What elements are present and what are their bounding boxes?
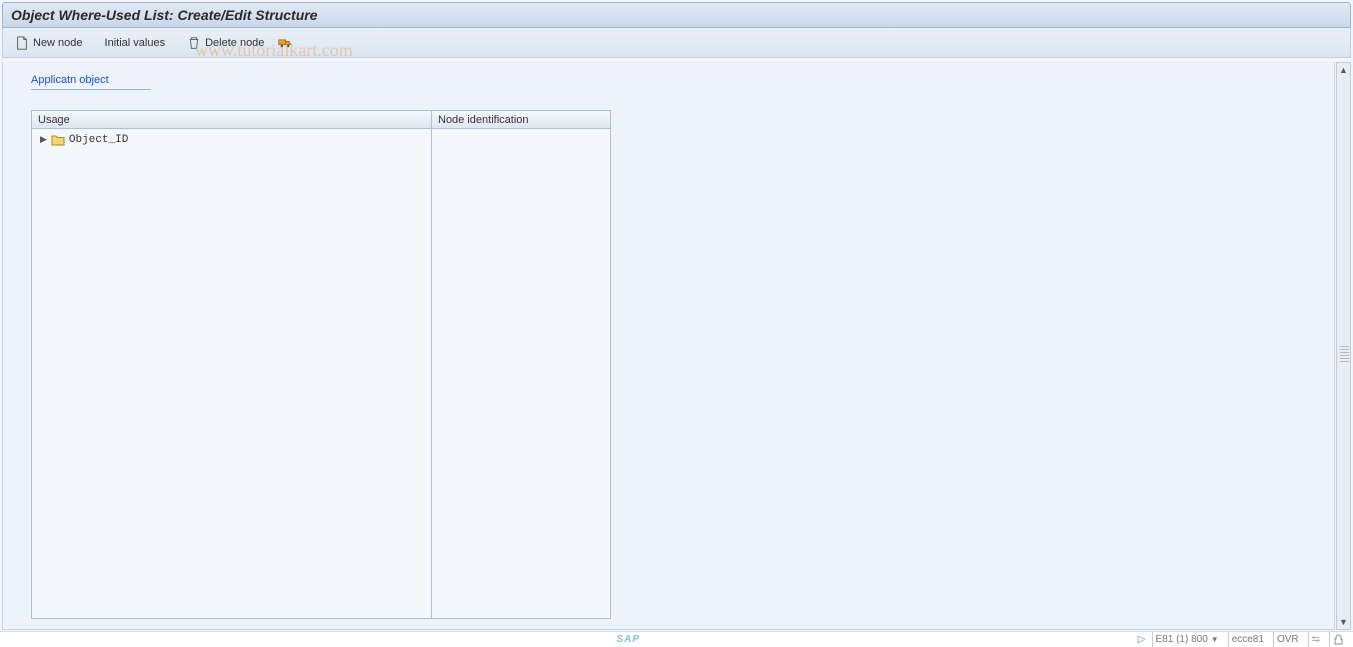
status-play-icon[interactable]: ▷ — [1138, 634, 1146, 645]
lock-icon — [1333, 634, 1344, 645]
page-title: Object Where-Used List: Create/Edit Stru… — [11, 7, 318, 23]
link-underline — [31, 89, 151, 90]
title-bar: Object Where-Used List: Create/Edit Stru… — [2, 2, 1351, 28]
delete-node-button[interactable]: Delete node — [187, 36, 264, 50]
expand-icon[interactable]: ▶ — [40, 135, 47, 145]
dropdown-icon[interactable]: ▼ — [1211, 635, 1219, 644]
scroll-down-icon[interactable]: ▼ — [1337, 615, 1350, 629]
tree-panel: Usage Node identification ▶ Object_ID — [31, 110, 611, 619]
truck-icon — [278, 36, 292, 50]
initial-values-button[interactable]: Initial values — [105, 37, 166, 49]
tree-body-usage: ▶ Object_ID — [32, 129, 432, 618]
scroll-handle[interactable] — [1340, 346, 1349, 364]
tree-body-nodeid — [432, 129, 610, 618]
tree-col-usage[interactable]: Usage — [32, 111, 432, 128]
tree-body: ▶ Object_ID — [32, 129, 610, 618]
link-row: Applicatn object — [3, 62, 1334, 94]
content-area: Applicatn object Usage Node identificati… — [2, 62, 1335, 630]
new-node-label: New node — [33, 37, 83, 49]
tree-item-object-id[interactable]: ▶ Object_ID — [38, 133, 425, 147]
toolbar: New node Initial values Delete node — [2, 28, 1351, 58]
tree-header: Usage Node identification — [32, 111, 610, 129]
initial-values-label: Initial values — [105, 37, 166, 49]
scroll-up-icon[interactable]: ▲ — [1337, 63, 1350, 77]
status-system-label: E81 (1) 800 — [1156, 634, 1208, 645]
new-node-button[interactable]: New node — [15, 36, 83, 50]
delete-node-label: Delete node — [205, 37, 264, 49]
folder-icon — [51, 134, 65, 146]
tree-item-label: Object_ID — [69, 134, 128, 146]
vertical-scrollbar[interactable]: ▲ ▼ — [1336, 62, 1351, 630]
trash-icon — [187, 36, 201, 50]
sap-logo: SAP — [617, 634, 641, 645]
application-object-link[interactable]: Applicatn object — [31, 74, 109, 88]
transport-button[interactable] — [278, 36, 292, 50]
tree-col-nodeid[interactable]: Node identification — [432, 111, 610, 128]
new-document-icon — [15, 36, 29, 50]
